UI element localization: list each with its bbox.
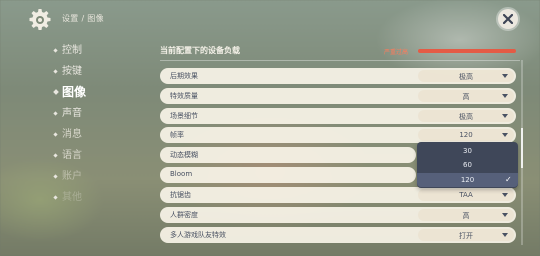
bullet-icon	[53, 89, 59, 95]
setting-label: 后期效果	[170, 72, 198, 80]
dropdown-option-selected[interactable]: 120 ✓	[417, 173, 518, 187]
setting-label: Bloom	[170, 170, 193, 178]
settings-sidebar: 控制 按键 图像 声音 消息 语言 账户 其他	[50, 40, 150, 208]
close-icon	[503, 14, 513, 24]
bullet-icon	[53, 195, 58, 200]
setting-label: 动态模糊	[170, 151, 198, 159]
setting-value: 极高	[459, 113, 473, 121]
sidebar-item-audio[interactable]: 声音	[50, 103, 150, 124]
chevron-down-icon	[502, 213, 508, 217]
setting-row-effects-quality[interactable]: 特效质量 高	[160, 88, 516, 104]
setting-select[interactable]: 极高	[418, 110, 514, 122]
setting-row-crowd-density[interactable]: 人群密度 高	[160, 207, 516, 223]
setting-label: 特效质量	[170, 92, 198, 100]
sidebar-item-messages[interactable]: 消息	[50, 124, 150, 145]
gear-icon	[28, 8, 52, 32]
dropdown-option[interactable]: 60	[417, 158, 518, 172]
setting-row-bloom[interactable]: Bloom	[160, 167, 416, 183]
setting-row-motion-blur[interactable]: 动态模糊	[160, 147, 416, 163]
setting-row-frame-rate[interactable]: 帧率 120	[160, 127, 516, 143]
sidebar-item-graphics[interactable]: 图像	[50, 82, 150, 103]
load-status-label: 严重过高	[384, 49, 409, 56]
sidebar-item-controls[interactable]: 控制	[50, 40, 150, 61]
sidebar-item-language[interactable]: 语言	[50, 145, 150, 166]
sidebar-item-label: 按键	[62, 66, 82, 77]
sidebar-item-label: 消息	[62, 129, 82, 140]
top-bar: 设置 / 图像	[0, 0, 540, 38]
sidebar-item-label: 控制	[62, 45, 82, 56]
setting-label: 场景细节	[170, 112, 198, 120]
setting-value: TAA	[459, 191, 473, 199]
setting-select[interactable]: TAA	[418, 189, 514, 201]
dropdown-option[interactable]: 30	[417, 144, 518, 158]
setting-select[interactable]: 高	[418, 209, 514, 221]
sidebar-item-other[interactable]: 其他	[50, 187, 150, 208]
sidebar-item-label: 账户	[62, 171, 82, 182]
setting-select[interactable]: 高	[418, 90, 514, 102]
chevron-down-icon	[502, 94, 508, 98]
setting-value: 极高	[459, 73, 473, 81]
bullet-icon	[53, 48, 58, 53]
sidebar-item-label: 声音	[62, 108, 82, 119]
setting-label: 多人游戏队友特效	[170, 231, 226, 239]
scrollbar-thumb[interactable]	[521, 128, 523, 168]
sidebar-item-label: 其他	[62, 192, 82, 203]
chevron-down-icon	[502, 233, 508, 237]
bullet-icon	[53, 174, 58, 179]
device-load-bar	[418, 49, 516, 53]
bullet-icon	[53, 153, 58, 158]
sidebar-item-account[interactable]: 账户	[50, 166, 150, 187]
checkmark-icon: ✓	[505, 175, 512, 184]
setting-value: 120	[459, 131, 473, 139]
breadcrumb: 设置 / 图像	[62, 14, 104, 23]
bullet-icon	[53, 69, 58, 74]
setting-value: 高	[462, 93, 470, 101]
setting-value: 高	[462, 212, 470, 220]
dropdown-option-label: 120	[460, 176, 475, 184]
chevron-down-icon	[502, 74, 508, 78]
setting-select[interactable]: 极高	[418, 70, 514, 82]
setting-row-anti-aliasing[interactable]: 抗锯齿 TAA	[160, 187, 516, 203]
sidebar-item-label: 图像	[62, 85, 87, 99]
device-load-header: 当前配置下的设备负载 严重过高	[160, 42, 520, 60]
sidebar-item-keybinds[interactable]: 按键	[50, 61, 150, 82]
setting-label: 人群密度	[170, 211, 198, 219]
frame-rate-dropdown: 30 60 120 ✓	[417, 142, 518, 188]
setting-label: 帧率	[170, 131, 184, 139]
setting-row-post-processing[interactable]: 后期效果 极高	[160, 68, 516, 84]
setting-select[interactable]: 120	[418, 129, 514, 141]
setting-value: 打开	[459, 232, 473, 240]
chevron-down-icon	[502, 133, 508, 137]
bullet-icon	[53, 132, 58, 137]
sidebar-item-label: 语言	[62, 150, 82, 161]
bullet-icon	[53, 111, 58, 116]
setting-row-scene-detail[interactable]: 场景细节 极高	[160, 108, 516, 124]
settings-scrollbar[interactable]	[521, 60, 523, 245]
close-button[interactable]	[498, 9, 518, 29]
setting-row-coop-teammate-effects[interactable]: 多人游戏队友特效 打开	[160, 227, 516, 243]
chevron-down-icon	[502, 193, 508, 197]
setting-label: 抗锯齿	[170, 191, 191, 199]
setting-select[interactable]: 打开	[418, 229, 514, 241]
panel-title: 当前配置下的设备负载	[160, 46, 240, 55]
divider	[160, 60, 520, 61]
chevron-down-icon	[502, 114, 508, 118]
